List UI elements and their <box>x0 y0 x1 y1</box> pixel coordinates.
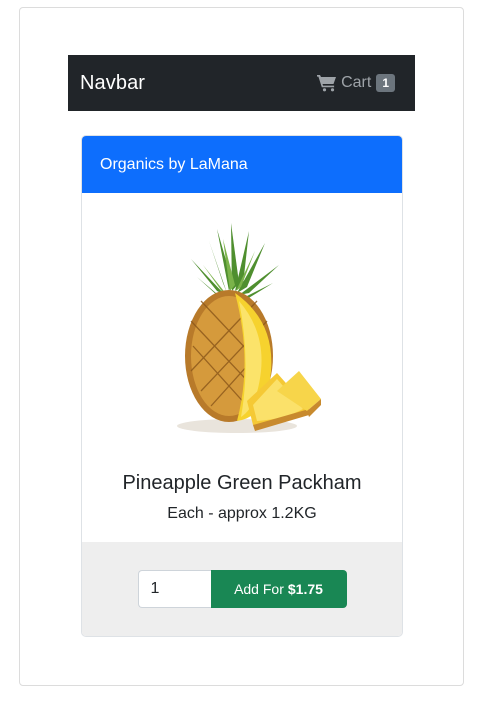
navbar: Navbar Cart 1 <box>68 55 415 111</box>
pineapple-image <box>177 222 321 433</box>
cart-link[interactable]: Cart 1 <box>317 74 395 92</box>
quantity-input[interactable] <box>137 570 211 608</box>
card-footer: Add For $1.75 <box>82 542 402 636</box>
add-button-price: $1.75 <box>287 581 323 597</box>
add-button-label: Add For <box>234 581 284 597</box>
product-image <box>82 193 402 468</box>
cart-label: Cart <box>341 74 372 91</box>
product-title: Pineapple Green Packham <box>122 472 362 494</box>
card-header: Organics by LaMana <box>82 136 402 193</box>
cart-count-badge: 1 <box>376 74 395 92</box>
add-to-cart-button[interactable]: Add For $1.75 <box>210 570 347 608</box>
navbar-brand[interactable]: Navbar <box>80 72 145 95</box>
product-description: Each - approx 1.2KG <box>167 505 317 522</box>
product-card: Organics by LaMana Pineapple Green Packh… <box>81 135 403 637</box>
cart-icon <box>317 75 337 92</box>
